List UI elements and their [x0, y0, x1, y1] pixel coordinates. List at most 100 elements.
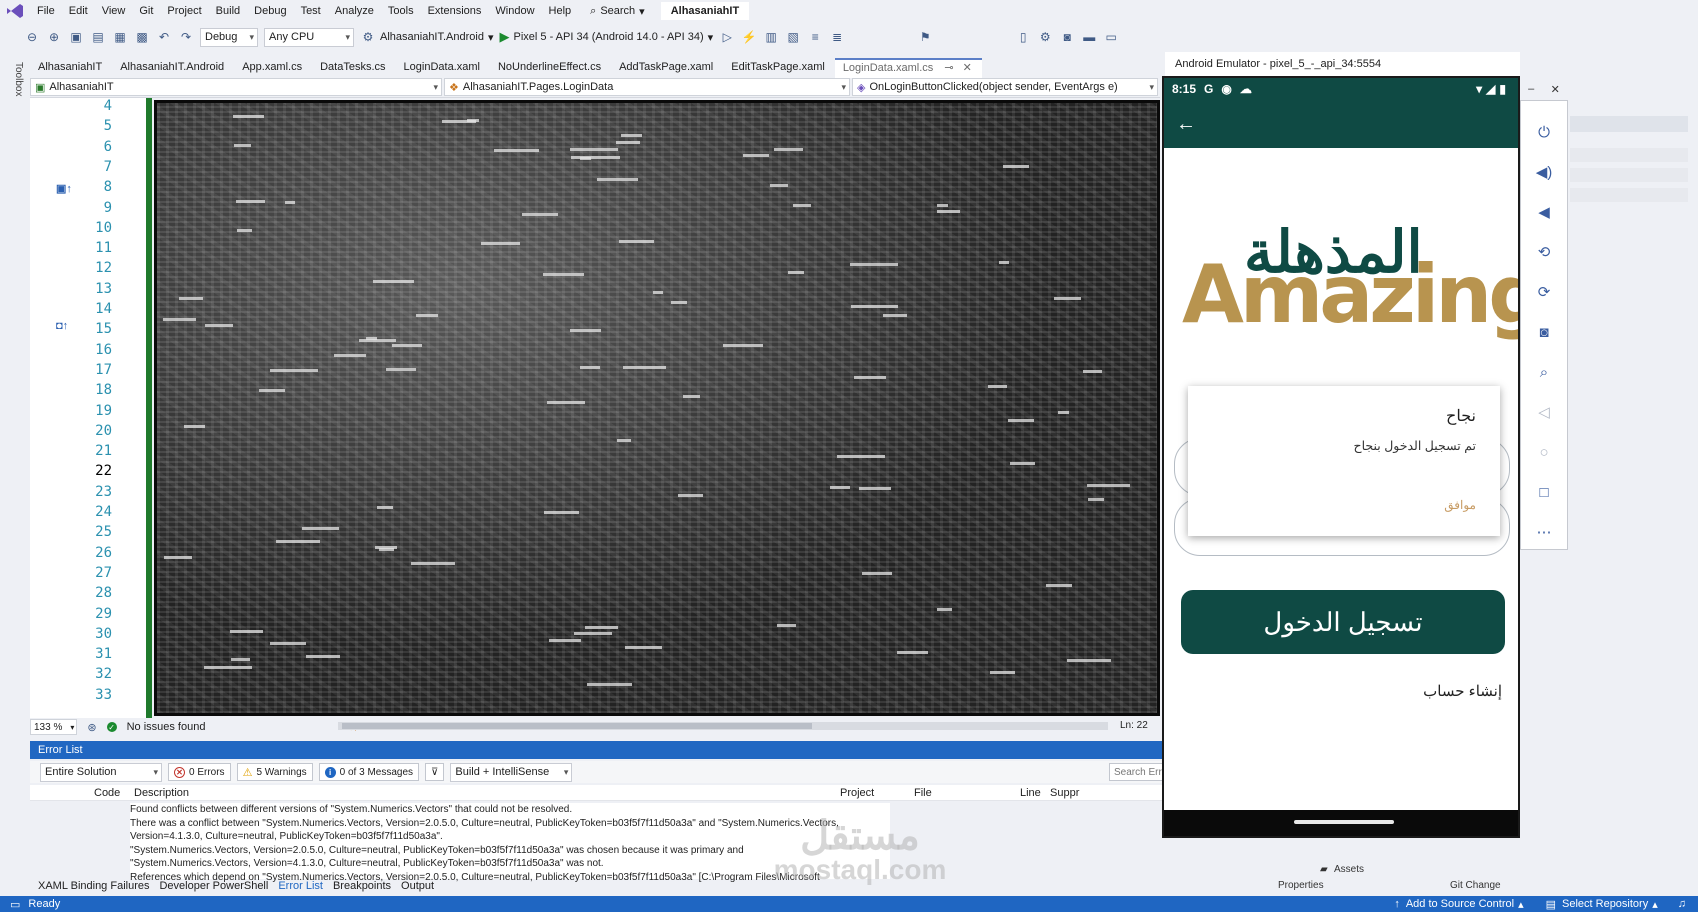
tab-nounderlineeffect-cs[interactable]: NoUnderlineEffect.cs — [490, 58, 611, 78]
start-without-debugging-icon[interactable]: ▷ — [719, 29, 735, 45]
filter-button[interactable]: ⊽ — [425, 763, 445, 781]
power-icon[interactable]: ⏻ — [1533, 121, 1555, 143]
menu-project[interactable]: Project — [160, 5, 208, 17]
device-manager-icon[interactable]: ▯ — [1015, 29, 1031, 45]
back-icon[interactable]: ⊖ — [24, 29, 40, 45]
tab-error-list[interactable]: Error List — [278, 880, 323, 892]
xaml-tools-icon[interactable]: ▥ — [763, 29, 779, 45]
back-arrow-icon[interactable]: ← — [1176, 113, 1196, 136]
redo-icon[interactable]: ↷ — [178, 29, 194, 45]
more-icon[interactable]: ⋯ — [1533, 521, 1555, 543]
configuration-dropdown[interactable]: Debug — [200, 27, 258, 47]
tab-xaml-binding-failures[interactable]: XAML Binding Failures — [38, 880, 149, 892]
menu-window[interactable]: Window — [488, 5, 541, 17]
rotate-right-icon[interactable]: ⟳ — [1533, 281, 1555, 303]
tab-developer-powershell[interactable]: Developer PowerShell — [159, 880, 268, 892]
output-window-icon[interactable]: ▭ — [10, 898, 20, 911]
scrollbar-thumb[interactable] — [342, 723, 812, 729]
notifications-icon[interactable]: ♫ — [1678, 898, 1686, 910]
solution-search-input[interactable] — [1570, 116, 1688, 132]
search-box[interactable]: ⌕ Search ▾ — [584, 5, 651, 18]
list-item[interactable] — [1570, 148, 1688, 162]
menu-extensions[interactable]: Extensions — [421, 5, 489, 17]
toolbox-panel[interactable]: Toolbox — [0, 58, 30, 748]
login-button[interactable]: تسجيل الدخول — [1181, 590, 1505, 654]
build-source-dropdown[interactable]: Build + IntelliSense — [450, 762, 573, 782]
uncomment-icon[interactable]: ≣ — [829, 29, 845, 45]
error-list-header[interactable]: Error List — [30, 741, 1190, 759]
menu-git[interactable]: Git — [132, 5, 160, 17]
zoom-dropdown[interactable]: 133 % — [30, 719, 78, 735]
close-icon[interactable]: ✕ — [963, 62, 972, 74]
open-folder-icon[interactable]: ▤ — [90, 29, 106, 45]
menu-view[interactable]: View — [95, 5, 133, 17]
rotate-left-icon[interactable]: ⟲ — [1533, 241, 1555, 263]
home-handle[interactable] — [1294, 820, 1394, 824]
menu-file[interactable]: File — [30, 5, 62, 17]
issues-status[interactable]: No issues found — [127, 721, 206, 733]
assets-folder[interactable]: Assets — [1334, 864, 1364, 875]
camera-icon[interactable]: ◙ — [1533, 321, 1555, 343]
layout-icon[interactable]: ▧ — [785, 29, 801, 45]
startup-project-selector[interactable]: ⚙ AlhasaniahIT.Android ▾ — [360, 29, 494, 45]
menu-help[interactable]: Help — [542, 5, 579, 17]
tab-edittaskpage-xaml[interactable]: EditTaskPage.xaml — [723, 58, 835, 78]
tab-git-changes[interactable]: Git Change — [1450, 880, 1501, 891]
editor-gutter[interactable]: ▣↑ ◘↑ 4 5 6 7 8 9 10 11 12 13 14 15 16 17 18 19 20 21 22 23… — [30, 98, 148, 718]
menu-analyze[interactable]: Analyze — [328, 5, 381, 17]
column-line[interactable]: Line — [1020, 787, 1041, 799]
tab-alhasaniahit[interactable]: AlhasaniahIT — [30, 58, 112, 78]
forward-icon[interactable]: ⊕ — [46, 29, 62, 45]
undo-icon[interactable]: ↶ — [156, 29, 172, 45]
save-icon[interactable]: ▦ — [112, 29, 128, 45]
tab-logindata-xaml-cs[interactable]: LoginData.xaml.cs ⊸ ✕ — [834, 58, 982, 78]
column-description[interactable]: Description — [134, 787, 189, 799]
tab-addtaskpage-xaml[interactable]: AddTaskPage.xaml — [611, 58, 723, 78]
android-emulator-screen[interactable]: 8:15 G ◉ ☁ ▾ ◢ ▮ ← المذهلة Amazing نجاح … — [1162, 76, 1520, 838]
override-marker-icon[interactable]: ▣↑ — [56, 182, 72, 195]
warnings-filter[interactable]: ⚠ 5 Warnings — [236, 763, 313, 781]
home-nav-icon[interactable]: ○ — [1533, 441, 1555, 463]
tab-output[interactable]: Output — [401, 880, 434, 892]
minimize-icon[interactable]: – — [1528, 83, 1534, 96]
create-account-link[interactable]: إنشاء حساب — [1423, 682, 1502, 700]
run-device-button[interactable]: ▶ Pixel 5 - API 34 (Android 14.0 - API 3… — [500, 29, 714, 45]
column-file[interactable]: File — [914, 787, 932, 799]
column-suppression[interactable]: Suppr — [1050, 787, 1079, 799]
class-dropdown[interactable]: ❖ AlhasaniahIT.Pages.LoginData — [444, 78, 850, 96]
camera-icon[interactable]: ◙ — [1059, 29, 1075, 45]
list-item[interactable] — [1570, 188, 1688, 202]
close-icon[interactable]: ✕ — [1551, 83, 1560, 96]
emulator-window-title[interactable]: Android Emulator - pixel_5_-_api_34:5554 — [1165, 52, 1520, 76]
emulator-icon[interactable]: ▭ — [1103, 29, 1119, 45]
android-tools-icon[interactable]: ⚙ — [1037, 29, 1053, 45]
tab-properties[interactable]: Properties — [1278, 880, 1324, 891]
new-item-icon[interactable]: ▣ — [68, 29, 84, 45]
volume-up-icon[interactable]: ◀) — [1533, 161, 1555, 183]
tab-app-xaml-cs[interactable]: App.xaml.cs — [234, 58, 312, 78]
volume-down-icon[interactable]: ◀ — [1533, 201, 1555, 223]
tab-breakpoints[interactable]: Breakpoints — [333, 880, 391, 892]
menu-build[interactable]: Build — [209, 5, 247, 17]
zoom-icon[interactable]: ⌕ — [1533, 361, 1555, 383]
dialog-ok-button[interactable]: موافق — [1444, 498, 1476, 512]
select-repository[interactable]: Select Repository — [1562, 898, 1648, 910]
save-all-icon[interactable]: ▩ — [134, 29, 150, 45]
pin-icon[interactable]: ⊸ — [944, 62, 953, 74]
errors-filter[interactable]: ✕ 0 Errors — [168, 763, 231, 781]
tab-logindata-xaml[interactable]: LoginData.xaml — [396, 58, 490, 78]
sdk-manager-icon[interactable]: ▬ — [1081, 29, 1097, 45]
hot-reload-icon[interactable]: ⚡ — [741, 29, 757, 45]
project-dropdown[interactable]: ▣ AlhasaniahIT — [30, 78, 442, 96]
menu-debug[interactable]: Debug — [247, 5, 293, 17]
scope-dropdown[interactable]: Entire Solution — [40, 762, 162, 782]
add-to-source-control[interactable]: Add to Source Control — [1406, 898, 1514, 910]
platform-dropdown[interactable]: Any CPU — [264, 27, 354, 47]
menu-test[interactable]: Test — [294, 5, 328, 17]
member-dropdown[interactable]: ◈ OnLoginButtonClicked(object sender, Ev… — [852, 78, 1158, 96]
column-code[interactable]: Code — [94, 787, 120, 799]
comment-icon[interactable]: ≡ — [807, 29, 823, 45]
messages-filter[interactable]: i 0 of 3 Messages — [318, 763, 420, 781]
tab-alhasaniahit-android[interactable]: AlhasaniahIT.Android — [112, 58, 234, 78]
solution-name-badge[interactable]: AlhasaniahIT — [660, 2, 750, 20]
